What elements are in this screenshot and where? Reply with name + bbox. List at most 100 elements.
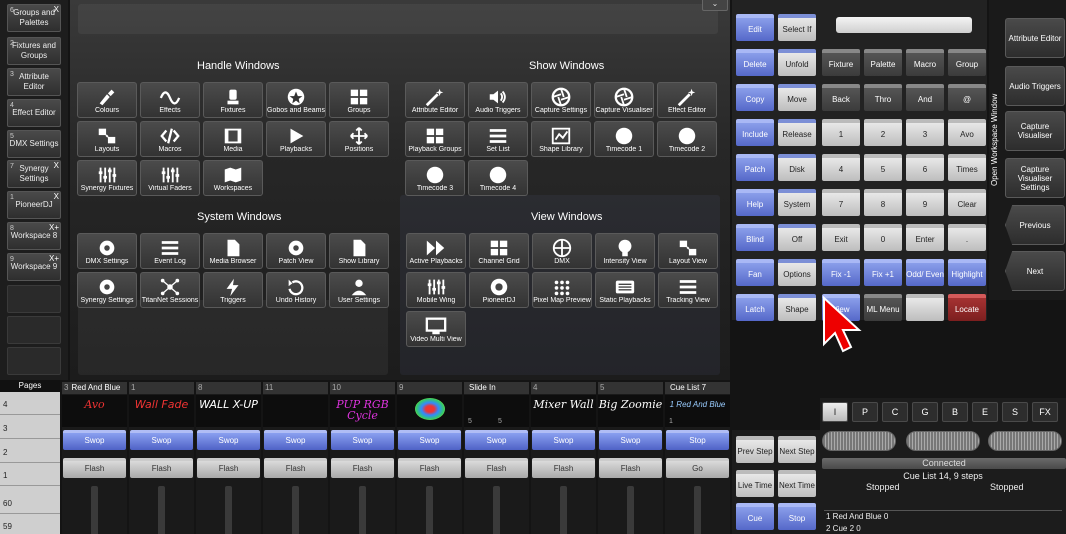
workspace-window-audio-triggers[interactable]: Audio Triggers — [1005, 66, 1065, 106]
close-icon[interactable]: X — [54, 161, 59, 171]
window-button-channel-grid[interactable]: Channel Grid — [469, 233, 529, 269]
window-button-dmx[interactable]: DMX — [532, 233, 592, 269]
swop-button[interactable]: Swop — [130, 430, 193, 450]
key-macro[interactable]: Macro — [906, 49, 944, 76]
playback-legend[interactable]: Mixer Wall — [531, 395, 596, 427]
tab-fx[interactable]: FX — [1032, 402, 1058, 422]
window-button-effect-editor[interactable]: Effect Editor — [657, 82, 717, 118]
encoder-wheel-1[interactable] — [822, 431, 896, 451]
key-help[interactable]: Help — [736, 189, 774, 216]
window-button-colours[interactable]: Colours — [77, 82, 137, 118]
playback-legend[interactable] — [263, 395, 328, 427]
window-button-pixel-map-preview[interactable]: Pixel Map Preview — [532, 272, 592, 308]
workspace-button-effect-editor[interactable]: 4 Effect Editor — [7, 99, 61, 127]
menu-dropdown-button[interactable]: ⌄ — [702, 0, 728, 11]
key-next-time[interactable]: Next Time — [778, 470, 816, 497]
key-palette[interactable]: Palette — [864, 49, 902, 76]
key-options[interactable]: Options — [778, 259, 816, 286]
workspace-button-pioneerdj[interactable]: 1 PioneerDJ X — [7, 191, 61, 219]
flash-button[interactable]: Flash — [197, 458, 260, 478]
swop-button[interactable]: Swop — [599, 430, 662, 450]
key-live-time[interactable]: Live Time — [736, 470, 774, 497]
key-fix-1[interactable]: Fix -1 — [822, 259, 860, 286]
key-blank[interactable]: @ — [948, 84, 986, 111]
window-button-tracking-view[interactable]: Tracking View — [658, 272, 718, 308]
playback-fader[interactable] — [292, 486, 299, 534]
playback-legend[interactable]: Avo — [62, 395, 127, 427]
flash-button[interactable]: Go — [666, 458, 729, 478]
window-button-show-library[interactable]: Show Library — [329, 233, 389, 269]
key-blind[interactable]: Blind — [736, 224, 774, 251]
playback-fader[interactable] — [426, 486, 433, 534]
flash-button[interactable]: Flash — [130, 458, 193, 478]
page-number-1[interactable]: 1 — [3, 471, 7, 480]
window-button-timecode-4[interactable]: Timecode 4 — [468, 160, 528, 196]
window-button-virtual-faders[interactable]: Virtual Faders — [140, 160, 200, 196]
window-button-static-playbacks[interactable]: Static Playbacks — [595, 272, 655, 308]
key-thro[interactable]: Thro — [864, 84, 902, 111]
key-delete[interactable]: Delete — [736, 49, 774, 76]
key-include[interactable]: Include — [736, 119, 774, 146]
window-button-layout-view[interactable]: Layout View — [658, 233, 718, 269]
tab-c[interactable]: C — [882, 402, 908, 422]
tab-p[interactable]: P — [852, 402, 878, 422]
key-blank[interactable] — [906, 294, 944, 321]
key-move[interactable]: Move — [778, 84, 816, 111]
window-button-synergy-settings[interactable]: Synergy Settings — [77, 272, 137, 308]
key-shape[interactable]: Shape — [778, 294, 816, 321]
window-button-user-settings[interactable]: User Settings — [329, 272, 389, 308]
tab-e[interactable]: E — [972, 402, 998, 422]
window-button-gobos-and-beams[interactable]: Gobos and Beams — [266, 82, 326, 118]
key-fixture[interactable]: Fixture — [822, 49, 860, 76]
workspace-button-workspace-9[interactable]: 9 Workspace 9 X+ — [7, 253, 61, 281]
tab-s[interactable]: S — [1002, 402, 1028, 422]
playback-legend[interactable] — [397, 395, 462, 427]
key-9[interactable]: 9 — [906, 189, 944, 216]
flash-button[interactable]: Flash — [599, 458, 662, 478]
playback-fader[interactable] — [91, 486, 98, 534]
playback-legend[interactable]: PUP RGB Cycle — [330, 395, 395, 427]
key-ml-menu[interactable]: ML Menu — [864, 294, 902, 321]
window-button-undo-history[interactable]: Undo History — [266, 272, 326, 308]
key-avo[interactable]: Avo — [948, 119, 986, 146]
page-number-60[interactable]: 60 — [3, 499, 12, 508]
key-and[interactable]: And — [906, 84, 944, 111]
playback-fader[interactable] — [627, 486, 634, 534]
workspace-window-capture-visualiser[interactable]: Capture Visualiser — [1005, 111, 1065, 151]
window-button-capture-settings[interactable]: Capture Settings — [531, 82, 591, 118]
workspace-button-attribute-editor[interactable]: 3 Attribute Editor — [7, 68, 61, 96]
window-button-positions[interactable]: Positions — [329, 121, 389, 157]
playback-legend[interactable]: 1 Red And Blue — [665, 395, 730, 427]
workspace-empty-slot[interactable] — [7, 347, 61, 375]
key-cue[interactable]: Cue — [736, 503, 774, 530]
key-off[interactable]: Off — [778, 224, 816, 251]
key-group[interactable]: Group — [948, 49, 986, 76]
page-number-2[interactable]: 2 — [3, 448, 7, 457]
window-button-triggers[interactable]: Triggers — [203, 272, 263, 308]
key-latch[interactable]: Latch — [736, 294, 774, 321]
page-number-59[interactable]: 59 — [3, 522, 12, 531]
window-button-timecode-1[interactable]: Timecode 1 — [594, 121, 654, 157]
window-button-mobile-wing[interactable]: Mobile Wing — [406, 272, 466, 308]
page-number-3[interactable]: 3 — [3, 424, 7, 433]
window-button-pioneerdj[interactable]: PioneerDJ — [469, 272, 529, 308]
swop-button[interactable]: Stop — [666, 430, 729, 450]
key-exit[interactable]: Exit — [822, 224, 860, 251]
window-button-media-browser[interactable]: Media Browser — [203, 233, 263, 269]
window-button-workspaces[interactable]: Workspaces — [203, 160, 263, 196]
encoder-wheel-2[interactable] — [906, 431, 980, 451]
window-button-media[interactable]: Media — [203, 121, 263, 157]
close-icon[interactable]: X+ — [49, 254, 59, 264]
flash-button[interactable]: Flash — [465, 458, 528, 478]
window-button-playbacks[interactable]: Playbacks — [266, 121, 326, 157]
flash-button[interactable]: Flash — [532, 458, 595, 478]
window-button-capture-visualiser[interactable]: Capture Visualiser — [594, 82, 654, 118]
swop-button[interactable]: Swop — [465, 430, 528, 450]
key-disk[interactable]: Disk — [778, 154, 816, 181]
playback-legend[interactable] — [464, 395, 529, 427]
window-button-event-log[interactable]: Event Log — [140, 233, 200, 269]
flash-button[interactable]: Flash — [398, 458, 461, 478]
key-times[interactable]: Times — [948, 154, 986, 181]
key-system[interactable]: System — [778, 189, 816, 216]
workspace-empty-slot[interactable] — [7, 316, 61, 344]
